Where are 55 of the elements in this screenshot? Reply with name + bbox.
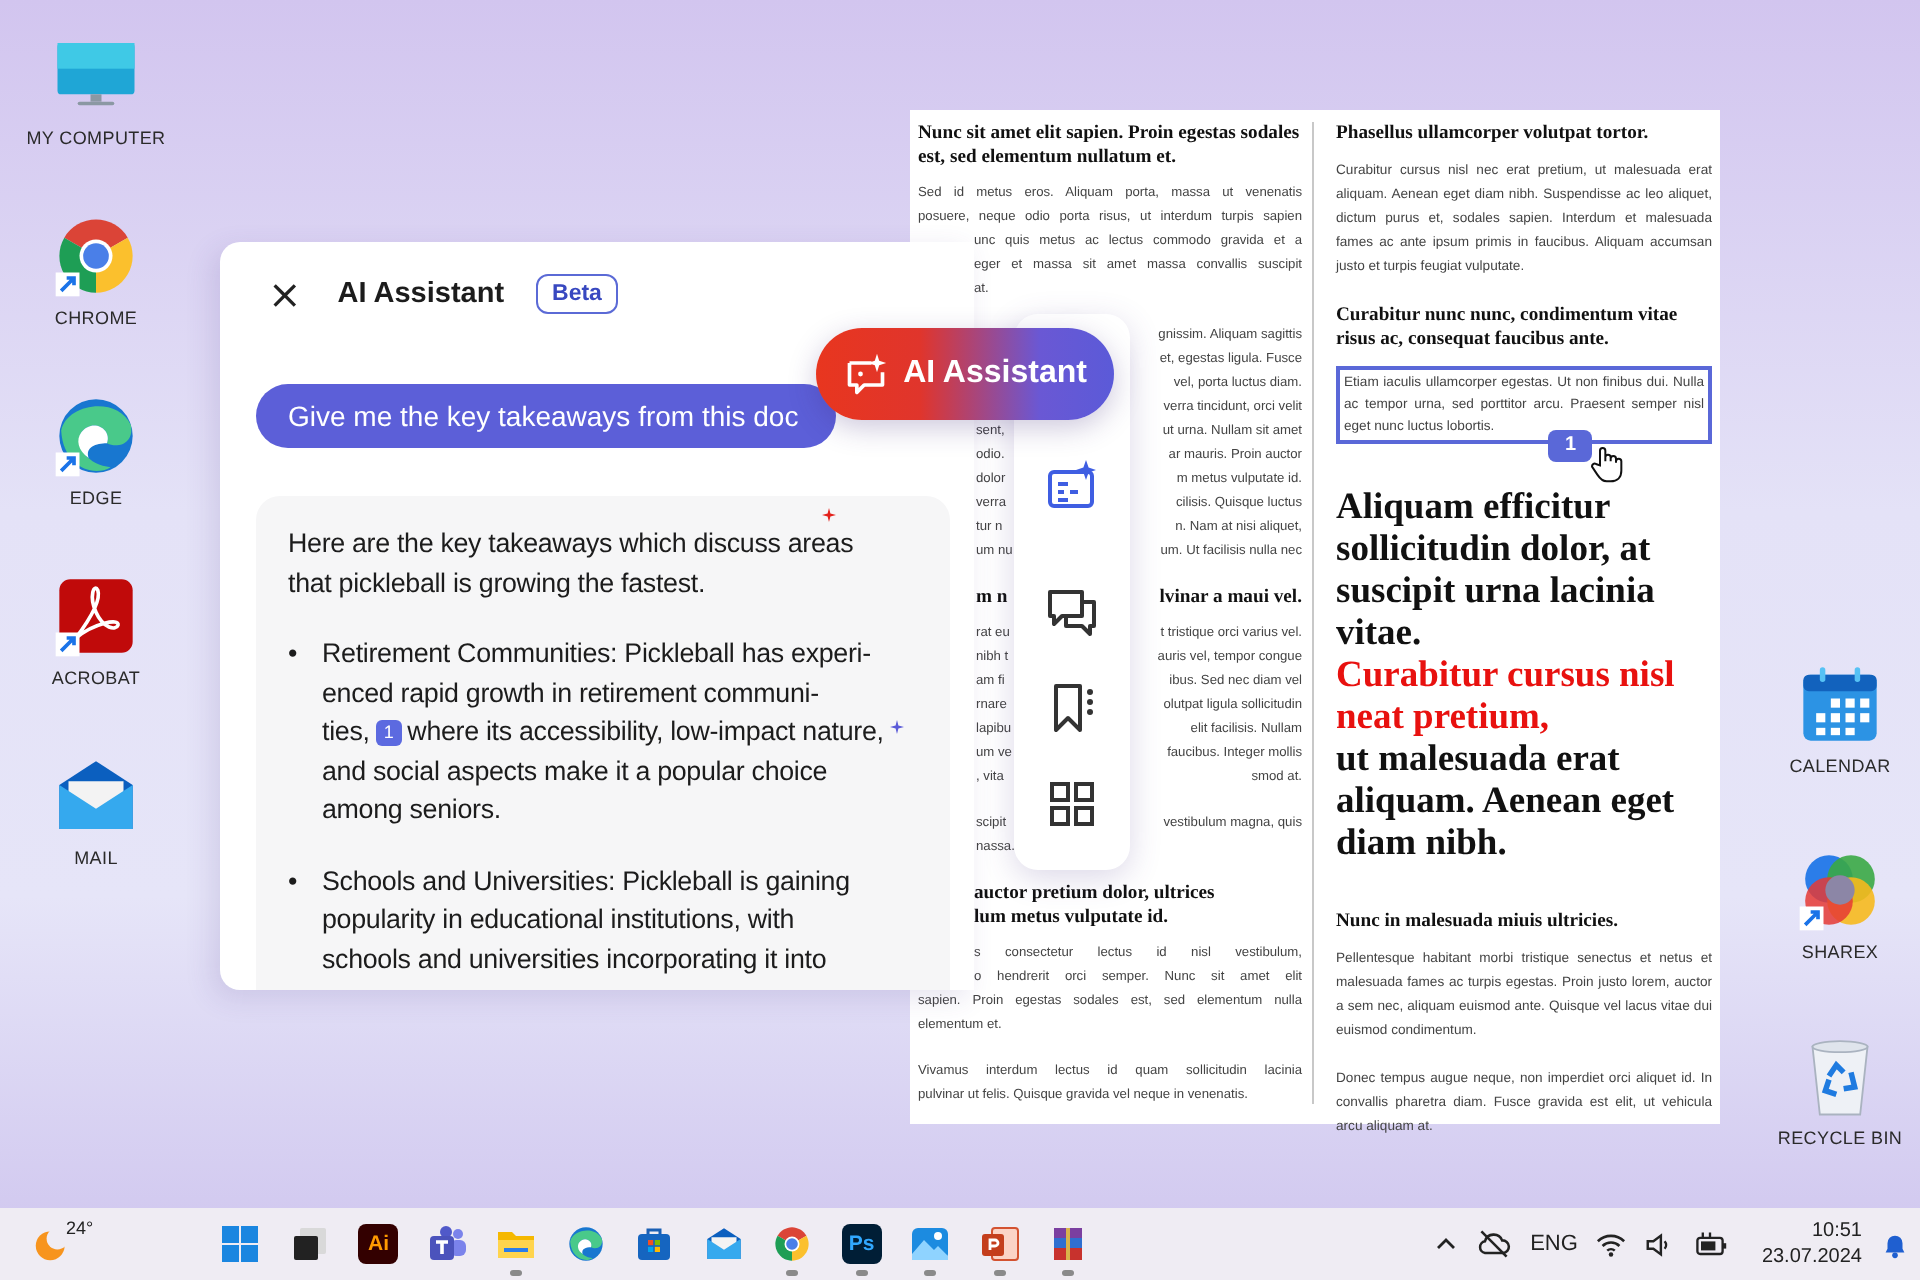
section-heading: Nunc sit amet elit sapien. Proin egestas sodales est, sed elementum nullatum et.: [918, 122, 1302, 170]
app-icon[interactable]: [772, 1224, 813, 1264]
section-heading: Curabitur nunc nunc, condimentum vitae risus ac, consequat faucibus ante.: [1336, 304, 1680, 352]
bullet-marker: •: [288, 863, 300, 899]
clock-time[interactable]: 10:51: [1811, 1218, 1862, 1244]
icon-label: SHAREX: [1801, 942, 1879, 962]
grid-icon[interactable]: [1044, 776, 1100, 832]
comment-icon[interactable]: [1044, 584, 1100, 640]
icon-label: CALENDAR: [1789, 756, 1891, 776]
display-text: Curabitur cursus nisl neat pretium,: [1336, 656, 1677, 740]
battery-charging-icon[interactable]: [1691, 1229, 1728, 1259]
section-heading: lum metus vulputate id.: [974, 906, 1171, 930]
icon-label: MY COMPUTER: [26, 128, 166, 148]
icon-label: EDGE: [69, 488, 123, 508]
chat-sparkle-icon: [843, 352, 888, 396]
hand-cursor-icon: [1588, 444, 1628, 484]
temperature-text: 24°: [66, 1218, 94, 1238]
image-icon[interactable]: [910, 1224, 951, 1264]
display-text: ut malesuada erat aliquam. Aenean eget diam nibh.: [1336, 740, 1677, 866]
prompt-bubble: Give me the key takeaways from this doc: [256, 384, 836, 448]
people-icon[interactable]: [427, 1224, 468, 1264]
citation-badge[interactable]: 1: [1548, 430, 1592, 462]
clock-date[interactable]: 23.07.2024: [1761, 1244, 1862, 1270]
wifi-icon[interactable]: [1595, 1229, 1626, 1259]
sparkle-icon: [889, 720, 904, 734]
section-heading: Phasellus ullamcorper volutpat tortor.: [1336, 122, 1651, 146]
section-heading: lvinar a maui vel.: [1159, 586, 1302, 610]
icon-label: CHROME: [54, 308, 138, 328]
section-heading: auctor pretium dolor, ultrices: [974, 882, 1217, 906]
start-icon[interactable]: [220, 1224, 261, 1264]
app-icon[interactable]: [565, 1224, 606, 1264]
icon-label: MAIL: [74, 848, 118, 868]
response-text: Here are the key takeaways which discuss areas that pickleball is growing the fastest.: [288, 526, 856, 602]
display-text: Aliquam efficitur sollicitudin dolor, at suscipit urna lacinia vitae.: [1336, 488, 1657, 656]
windows-stack-icon[interactable]: [289, 1224, 330, 1264]
bag-icon[interactable]: [634, 1224, 675, 1264]
icon-label: RECYCLE BIN: [1777, 1128, 1903, 1148]
language-indicator[interactable]: ENG: [1530, 1232, 1578, 1256]
sparkle-icon: [822, 508, 836, 522]
app-icon[interactable]: [979, 1224, 1020, 1264]
section-heading: m n: [976, 586, 1008, 610]
bullet-marker: •: [288, 636, 300, 672]
close-button[interactable]: ×: [260, 274, 310, 314]
citation-badge[interactable]: 1: [375, 720, 402, 746]
panel-title: AI Assistant: [337, 278, 505, 310]
beta-badge: Beta: [536, 274, 618, 314]
bullet-text: Schools and Universities: Pickleball is gaining popularity in educational institutions, with schools and universities incorporating it into: [322, 863, 850, 978]
cloud-off-icon[interactable]: [1476, 1226, 1513, 1262]
app-icon[interactable]: Ai: [358, 1224, 399, 1264]
icon-label: ACROBAT: [51, 668, 141, 688]
section-heading: Nunc in malesuada miuis ultricies.: [1336, 910, 1620, 934]
app-icon[interactable]: Ps: [841, 1224, 882, 1264]
ai-document-icon[interactable]: [1044, 458, 1100, 514]
bullet-text: Retirement Communities: Pickleball has experi- enced rapid growth in retirement communi- ties, 1 where its accessibility, low-impact nature, and social aspects make it a popular choice among seniors.: [322, 634, 904, 829]
envelope-icon[interactable]: [703, 1224, 744, 1264]
